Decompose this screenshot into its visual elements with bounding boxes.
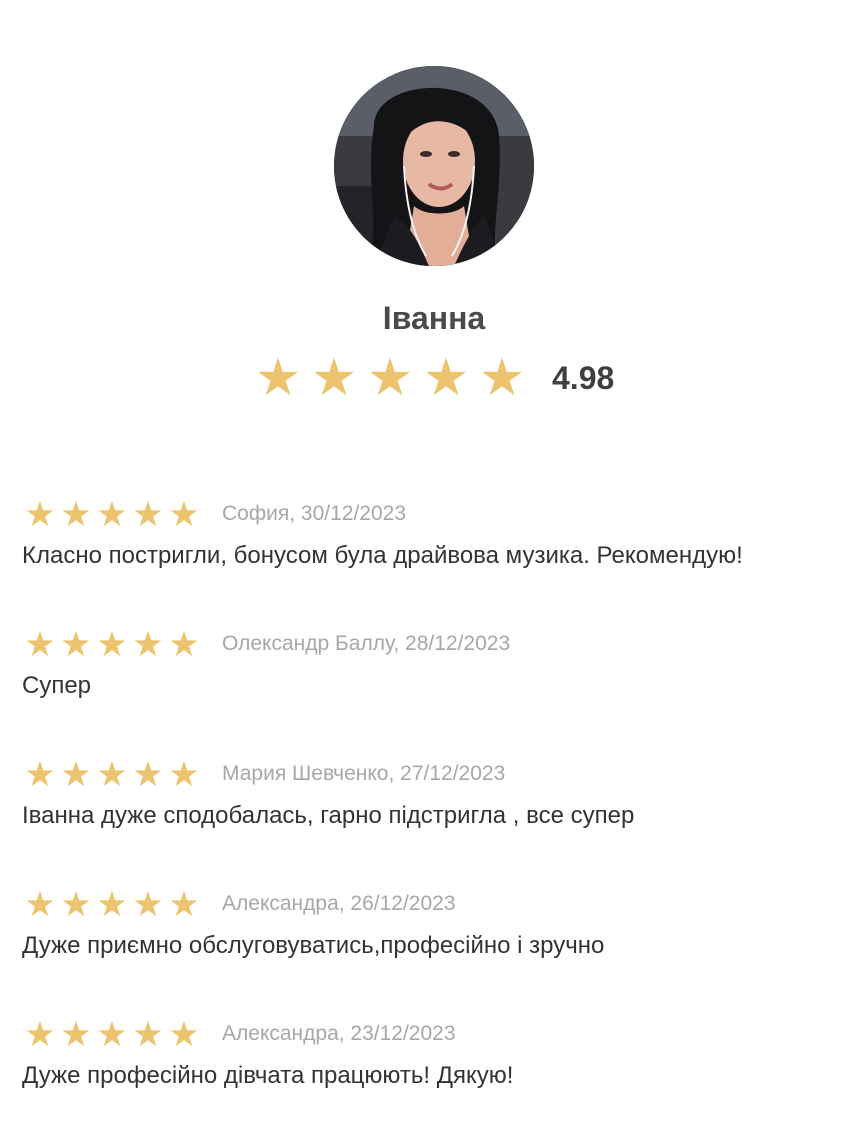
review-header: ★ ★ ★ ★ ★ Александра, 26/12/2023 (22, 884, 852, 924)
review-author: София, 30/12/2023 (222, 502, 406, 525)
review-stars: ★ ★ ★ ★ ★ (22, 497, 202, 532)
star-icon: ★ (60, 494, 92, 534)
overall-stars: ★ ★ ★ ★ ★ (250, 352, 530, 404)
star-icon: ★ (96, 624, 128, 664)
review-text: Супер (22, 672, 92, 699)
star-icon: ★ (24, 624, 56, 664)
review-item: ★ ★ ★ ★ ★ Александра, 23/12/2023 Дуже пр… (22, 1014, 852, 1144)
review-stars: ★ ★ ★ ★ ★ (22, 627, 202, 662)
star-icon: ★ (168, 494, 200, 534)
star-icon: ★ (24, 1014, 56, 1054)
star-icon: ★ (24, 754, 56, 794)
star-icon: ★ (24, 884, 56, 924)
reviews-list: ★ ★ ★ ★ ★ София, 30/12/2023 Класно постр… (22, 494, 852, 1144)
avatar (334, 66, 534, 266)
star-icon: ★ (60, 624, 92, 664)
star-icon: ★ (96, 1014, 128, 1054)
master-name: Іванна (382, 300, 486, 336)
star-icon: ★ (24, 494, 56, 534)
review-header: ★ ★ ★ ★ ★ Олександр Баллу, 28/12/2023 (22, 624, 852, 664)
review-stars: ★ ★ ★ ★ ★ (22, 887, 202, 922)
star-icon: ★ (132, 624, 164, 664)
star-icon: ★ (422, 349, 470, 407)
review-author: Александра, 26/12/2023 (222, 892, 456, 915)
star-icon: ★ (60, 754, 92, 794)
star-icon: ★ (254, 349, 302, 407)
overall-rating: ★ ★ ★ ★ ★ 4.98 (250, 350, 615, 406)
star-icon: ★ (168, 1014, 200, 1054)
review-text: Класно постригли, бонусом була драйвова … (22, 542, 743, 569)
star-icon: ★ (132, 494, 164, 534)
review-item: ★ ★ ★ ★ ★ Олександр Баллу, 28/12/2023 Су… (22, 624, 852, 754)
star-icon: ★ (132, 1014, 164, 1054)
review-author: Александра, 23/12/2023 (222, 1022, 456, 1045)
portrait-photo-icon (334, 66, 534, 266)
review-text: Іванна дуже сподобалась, гарно підстригл… (22, 802, 635, 829)
review-stars: ★ ★ ★ ★ ★ (22, 757, 202, 792)
review-header: ★ ★ ★ ★ ★ Мария Шевченко, 27/12/2023 (22, 754, 852, 794)
star-icon: ★ (168, 884, 200, 924)
star-icon: ★ (96, 754, 128, 794)
star-icon: ★ (96, 884, 128, 924)
star-icon: ★ (168, 754, 200, 794)
review-text: Дуже приємно обслуговуватись,професійно … (22, 932, 605, 959)
review-header: ★ ★ ★ ★ ★ Александра, 23/12/2023 (22, 1014, 852, 1054)
star-icon: ★ (478, 349, 526, 407)
review-text: Дуже професійно дівчата працюють! Дякую! (22, 1062, 514, 1089)
star-icon: ★ (132, 754, 164, 794)
review-stars: ★ ★ ★ ★ ★ (22, 1017, 202, 1052)
overall-score: 4.98 (552, 359, 615, 396)
star-icon: ★ (60, 884, 92, 924)
star-icon: ★ (310, 349, 358, 407)
star-icon: ★ (132, 884, 164, 924)
review-author: Мария Шевченко, 27/12/2023 (222, 762, 506, 785)
review-header: ★ ★ ★ ★ ★ София, 30/12/2023 (22, 494, 852, 534)
star-icon: ★ (60, 1014, 92, 1054)
review-item: ★ ★ ★ ★ ★ Александра, 26/12/2023 Дуже пр… (22, 884, 852, 1014)
review-item: ★ ★ ★ ★ ★ Мария Шевченко, 27/12/2023 Іва… (22, 754, 852, 884)
review-item: ★ ★ ★ ★ ★ София, 30/12/2023 Класно постр… (22, 494, 852, 624)
review-author: Олександр Баллу, 28/12/2023 (222, 632, 511, 655)
star-icon: ★ (96, 494, 128, 534)
star-icon: ★ (168, 624, 200, 664)
star-icon: ★ (366, 349, 414, 407)
